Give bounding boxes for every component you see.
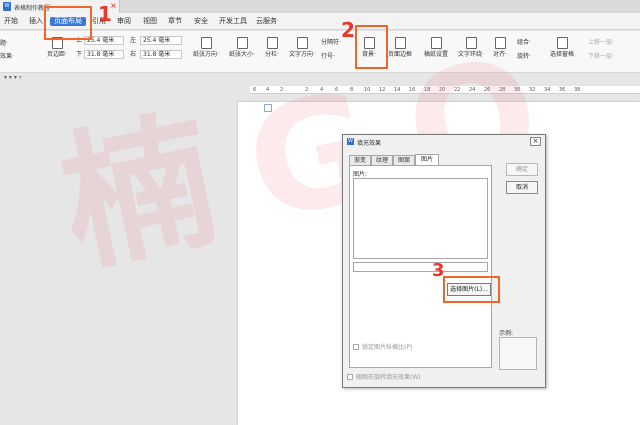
picture-label: 图片: bbox=[353, 171, 368, 178]
orientation-icon bbox=[200, 37, 212, 49]
dialog-title-bar[interactable]: W 填充效果 × bbox=[343, 135, 545, 148]
callout-number-3: 3 bbox=[432, 260, 445, 281]
tab-security[interactable]: 安全 bbox=[194, 17, 208, 26]
tab-view[interactable]: 视图 bbox=[143, 17, 157, 26]
lock-aspect-label: 锁定图片纵横比(P) bbox=[362, 344, 413, 351]
tab-insert[interactable]: 插入 bbox=[29, 17, 43, 26]
rotate-with-shape-checkbox[interactable]: 随图形旋转填充效果(W) bbox=[347, 374, 421, 382]
callout-number-2: 2 bbox=[341, 18, 355, 42]
picture-panel: 图片: 锁定图片纵横比(P) bbox=[349, 165, 492, 368]
checkbox-box bbox=[353, 344, 359, 350]
callout-number-1: 1 bbox=[98, 2, 112, 26]
bring-forward-dropdown[interactable]: 上移一层· bbox=[588, 39, 614, 47]
ruler-number: 38 bbox=[574, 87, 581, 93]
checkbox-box bbox=[347, 374, 353, 380]
theme-dropdown[interactable]: 题· bbox=[0, 40, 8, 48]
rotate-with-shape-label: 随图形旋转填充效果(W) bbox=[356, 374, 421, 381]
margin-left-input[interactable]: 25.4 毫米 bbox=[140, 36, 182, 45]
preview-box bbox=[499, 337, 537, 370]
picture-preview-area bbox=[353, 178, 488, 259]
margin-left-label: 左 bbox=[130, 37, 137, 44]
margin-bottom-input[interactable]: 31.8 毫米 bbox=[84, 50, 124, 59]
callout-box-background bbox=[355, 25, 388, 69]
send-backward-dropdown[interactable]: 下移一层· bbox=[588, 53, 614, 61]
quick-access-arrows[interactable]: ▾ ▾ ▾ ▿ bbox=[4, 74, 22, 81]
margin-right-input[interactable]: 31.8 毫米 bbox=[140, 50, 182, 59]
picture-file-field[interactable] bbox=[353, 262, 488, 272]
tab-pattern[interactable]: 图案 bbox=[393, 155, 415, 165]
margins-label: 页边距· bbox=[47, 51, 67, 58]
cancel-button[interactable]: 取消 bbox=[506, 181, 538, 194]
callout-box-page-layout bbox=[44, 6, 92, 40]
wps-writer-icon: W bbox=[347, 138, 354, 145]
callout-box-select-picture bbox=[443, 276, 500, 303]
tab-chapter[interactable]: 章节 bbox=[168, 17, 182, 26]
tab-gradient[interactable]: 渐变 bbox=[349, 155, 371, 165]
wps-writer-icon: W bbox=[3, 2, 11, 11]
dialog-close-button[interactable]: × bbox=[530, 137, 541, 146]
tab-home[interactable]: 开始 bbox=[4, 17, 18, 26]
tab-cloud[interactable]: 云服务 bbox=[256, 17, 277, 26]
preview-label: 示例: bbox=[499, 330, 514, 337]
ok-button[interactable]: 确定 bbox=[506, 163, 538, 176]
tab-texture[interactable]: 纹理 bbox=[371, 155, 393, 165]
lock-aspect-checkbox[interactable]: 锁定图片纵横比(P) bbox=[353, 344, 412, 352]
dialog-title: 填充效果 bbox=[357, 140, 382, 147]
effects-dropdown[interactable]: 效果· bbox=[0, 53, 14, 61]
margin-right-label: 右 bbox=[130, 51, 137, 58]
tab-developer[interactable]: 开发工具 bbox=[219, 17, 247, 26]
tab-review[interactable]: 审阅 bbox=[117, 17, 131, 26]
margin-bottom-label: 下 bbox=[76, 51, 83, 58]
margins-button[interactable]: 页边距· bbox=[44, 37, 70, 59]
